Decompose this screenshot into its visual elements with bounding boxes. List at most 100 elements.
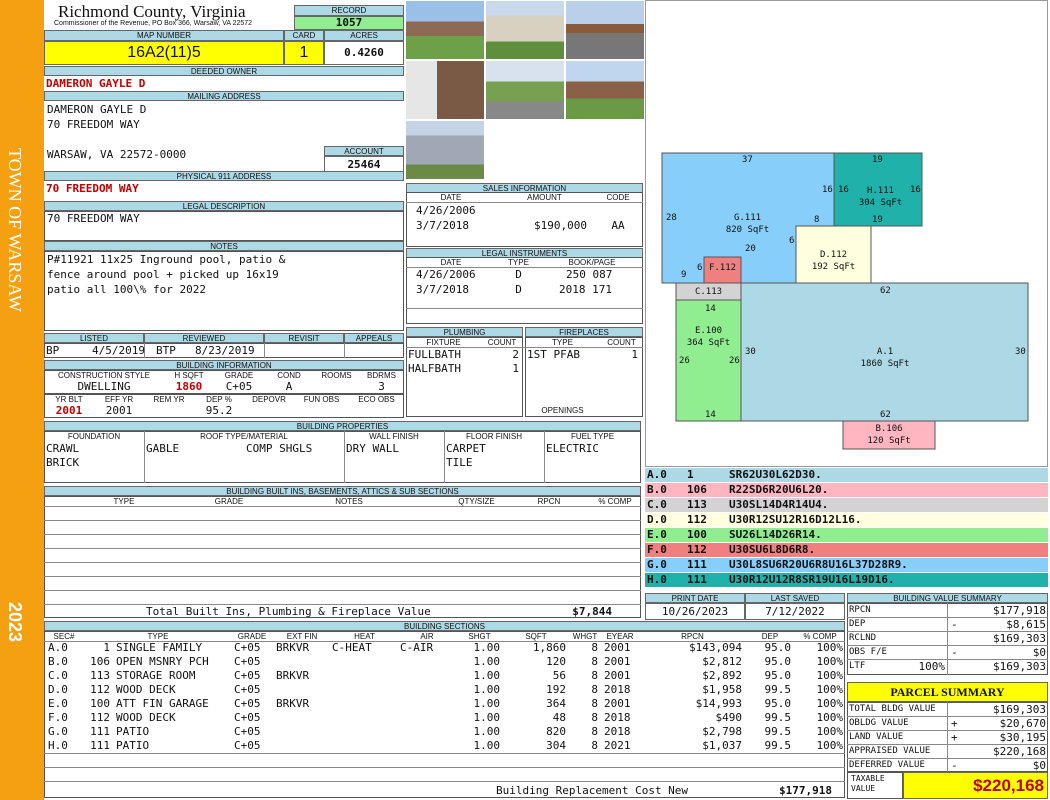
section-shgt: 1.00 (473, 697, 501, 710)
legend-row: G.0 111 U30L8SU6R20U6R8U16L37D28R9. (645, 558, 1048, 572)
label-f: F.112 (704, 262, 741, 274)
section-grade: C+05 (234, 711, 261, 724)
appraised-value: $220,168 (993, 745, 1046, 758)
label-b-name: B.106 (875, 424, 903, 434)
legend-code: 112 (687, 543, 707, 556)
property-photo-2[interactable] (485, 0, 565, 60)
section-sqft: 304 (546, 739, 566, 752)
label-c: C.113 (676, 286, 741, 298)
section-whgt: 8 (591, 697, 598, 710)
dim-a-left: 30 (745, 347, 756, 357)
label-d-area: 192 SqFt (811, 262, 856, 272)
tax-year: 2023 (5, 602, 25, 643)
section-shgt: 1.00 (473, 641, 501, 654)
rcnld-value: $169,303 (993, 632, 1046, 645)
property-photo-1[interactable] (405, 0, 485, 60)
land-value: $30,195 (999, 731, 1046, 744)
legend-code: 106 (687, 483, 707, 496)
effective-year: 2001 (105, 404, 133, 417)
legend-desc: U30SL14D4R14U4. (729, 498, 829, 511)
section-rpcn: $14,993 (695, 697, 742, 710)
legend-code: 111 (687, 558, 707, 571)
section-id: B.0 (48, 655, 68, 668)
instr-date-2: 3/7/2018 (416, 283, 469, 296)
builtins-label: BUILDING BUILT INS, BASEMENTS, ATTICS & … (44, 486, 641, 496)
obs-label: OBS F/E (849, 647, 887, 657)
deeded-owner-label: DEEDED OWNER (44, 66, 404, 76)
section-dep: 99.5 (764, 683, 792, 696)
section-whgt: 8 (591, 739, 598, 752)
section-shgt: 1.00 (473, 711, 501, 724)
property-photo-4[interactable] (405, 60, 485, 120)
acres-label: ACRES (324, 30, 404, 41)
floor-finish-2: TILE (446, 456, 473, 469)
sections-label: BUILDING SECTIONS (44, 621, 845, 631)
plumb-count-2: 1 (512, 362, 519, 375)
label-h-area: 304 SqFt (858, 198, 903, 208)
label-e-name: E.100 (694, 326, 723, 336)
foundation-2: BRICK (46, 456, 80, 469)
property-photo-5[interactable] (485, 60, 565, 120)
section-id: A.0 (48, 641, 68, 654)
legend-sec: F.0 (647, 543, 667, 556)
print-date-label: PRINT DATE (645, 593, 745, 603)
building-info-label: BUILDING INFORMATION (44, 360, 404, 370)
section-whgt: 8 (591, 669, 598, 682)
section-grade: C+05 (234, 655, 261, 668)
section-air: C-AIR (400, 641, 434, 654)
section-shgt: 1.00 (473, 669, 501, 682)
deferred-value: $0 (1032, 759, 1046, 772)
section-dep: 99.5 (764, 739, 792, 752)
section-comp: 100% (816, 739, 844, 752)
property-photo-7[interactable] (405, 120, 485, 180)
total-bldg-value: $169,303 (993, 703, 1046, 716)
section-comp: 100% (816, 725, 844, 738)
legend-desc: SU26L14D26R14. (729, 528, 822, 541)
section-ext: BRKVR (276, 697, 310, 710)
section-whgt: 8 (591, 683, 598, 696)
section-grade: C+05 (234, 725, 261, 738)
dim-h-bottom: 19 (872, 215, 883, 225)
property-photo-6[interactable] (565, 60, 645, 120)
section-sqft: 120 (546, 655, 566, 668)
value-summary-label: BUILDING VALUE SUMMARY (847, 593, 1048, 603)
bedrooms: 3 (378, 380, 385, 393)
label-b-area: 120 SqFt (867, 436, 911, 446)
legend-code: 111 (687, 573, 707, 586)
dim-f: 6 (697, 263, 703, 273)
label-c-name: C.113 (694, 287, 723, 297)
notes-line-1: P#11921 11x25 Inground pool, patio & (47, 253, 286, 266)
dim-e-bottom: 14 (705, 410, 716, 420)
section-rpcn: $2,892 (702, 669, 742, 682)
section-shgt: 1.00 (473, 725, 501, 738)
label-h-name: H.111 (866, 186, 895, 196)
section-rpcn: $1,037 (702, 739, 742, 752)
section-eyear: 2001 (604, 669, 631, 682)
commissioner-address: Commissioner of the Revenue, PO Box 366,… (54, 20, 253, 27)
section-comp: 100% (816, 655, 844, 668)
wall-finish: DRY WALL (346, 442, 399, 455)
rpcn-label: RPCN (849, 605, 871, 615)
replacement-cost-label: Building Replacement Cost New (496, 784, 689, 797)
legal-description: 70 FREEDOM WAY (47, 212, 140, 225)
section-grade: C+05 (234, 669, 261, 682)
section-dep: 95.0 (764, 641, 792, 654)
section-id: C.0 (48, 669, 68, 682)
physical-address: 70 FREEDOM WAY (46, 182, 139, 195)
property-photo-3[interactable] (565, 0, 645, 60)
physical-address-label: PHYSICAL 911 ADDRESS (44, 171, 404, 181)
section-whgt: 8 (591, 641, 598, 654)
section-id: G.0 (48, 725, 68, 738)
plumb-fixture-2: HALFBATH (408, 362, 461, 375)
reviewed-label: REVIEWED (144, 333, 264, 343)
roof-type: GABLE (146, 442, 180, 455)
section-code: 1 (103, 641, 110, 654)
section-dep: 95.0 (764, 669, 792, 682)
replacement-cost: $177,918 (779, 784, 832, 797)
map-number: 16A2(11)5 (44, 41, 284, 65)
dep-label: DEP (849, 619, 866, 629)
floor-finish-1: CARPET (446, 442, 486, 455)
instr-book-2: 2018 171 (559, 283, 612, 296)
notes-label: NOTES (44, 241, 404, 251)
builtins-table (44, 496, 641, 618)
